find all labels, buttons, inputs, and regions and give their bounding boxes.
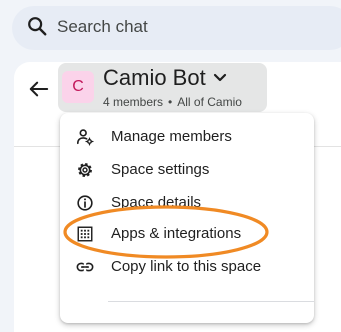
space-org: All of Camio	[177, 95, 242, 109]
search-input[interactable]: Search chat	[57, 16, 148, 38]
search-icon	[28, 17, 47, 36]
gear-icon	[78, 163, 92, 177]
menu-item-label: Space details	[111, 194, 202, 211]
member-count: 4 members	[103, 95, 164, 109]
subtitle-separator: •	[168, 95, 173, 109]
link-icon	[76, 262, 94, 272]
menu-item-copy-link[interactable]: Copy link to this space	[60, 251, 314, 283]
arrow-back-icon[interactable]	[28, 79, 50, 99]
manage-members-icon	[76, 129, 94, 146]
info-icon	[77, 195, 93, 211]
menu-item-space-details[interactable]: Space details	[60, 187, 314, 219]
space-subtitle: 4 members • All of Camio	[103, 94, 242, 110]
apps-grid-icon	[77, 226, 93, 242]
space-options-menu: Manage members Space settings Space deta…	[60, 113, 314, 323]
menu-divider	[108, 301, 314, 302]
menu-item-space-settings[interactable]: Space settings	[60, 154, 314, 186]
menu-item-label: Apps & integrations	[111, 225, 242, 242]
menu-item-label: Space settings	[111, 161, 210, 178]
menu-item-manage-members[interactable]: Manage members	[60, 121, 314, 153]
chevron-down-icon[interactable]	[213, 72, 227, 84]
avatar: C	[62, 71, 94, 103]
space-title[interactable]: Camio Bot	[103, 64, 206, 92]
menu-item-apps-integrations[interactable]: Apps & integrations	[60, 218, 314, 250]
menu-item-label: Manage members	[111, 128, 232, 145]
menu-item-label: Copy link to this space	[111, 258, 262, 275]
